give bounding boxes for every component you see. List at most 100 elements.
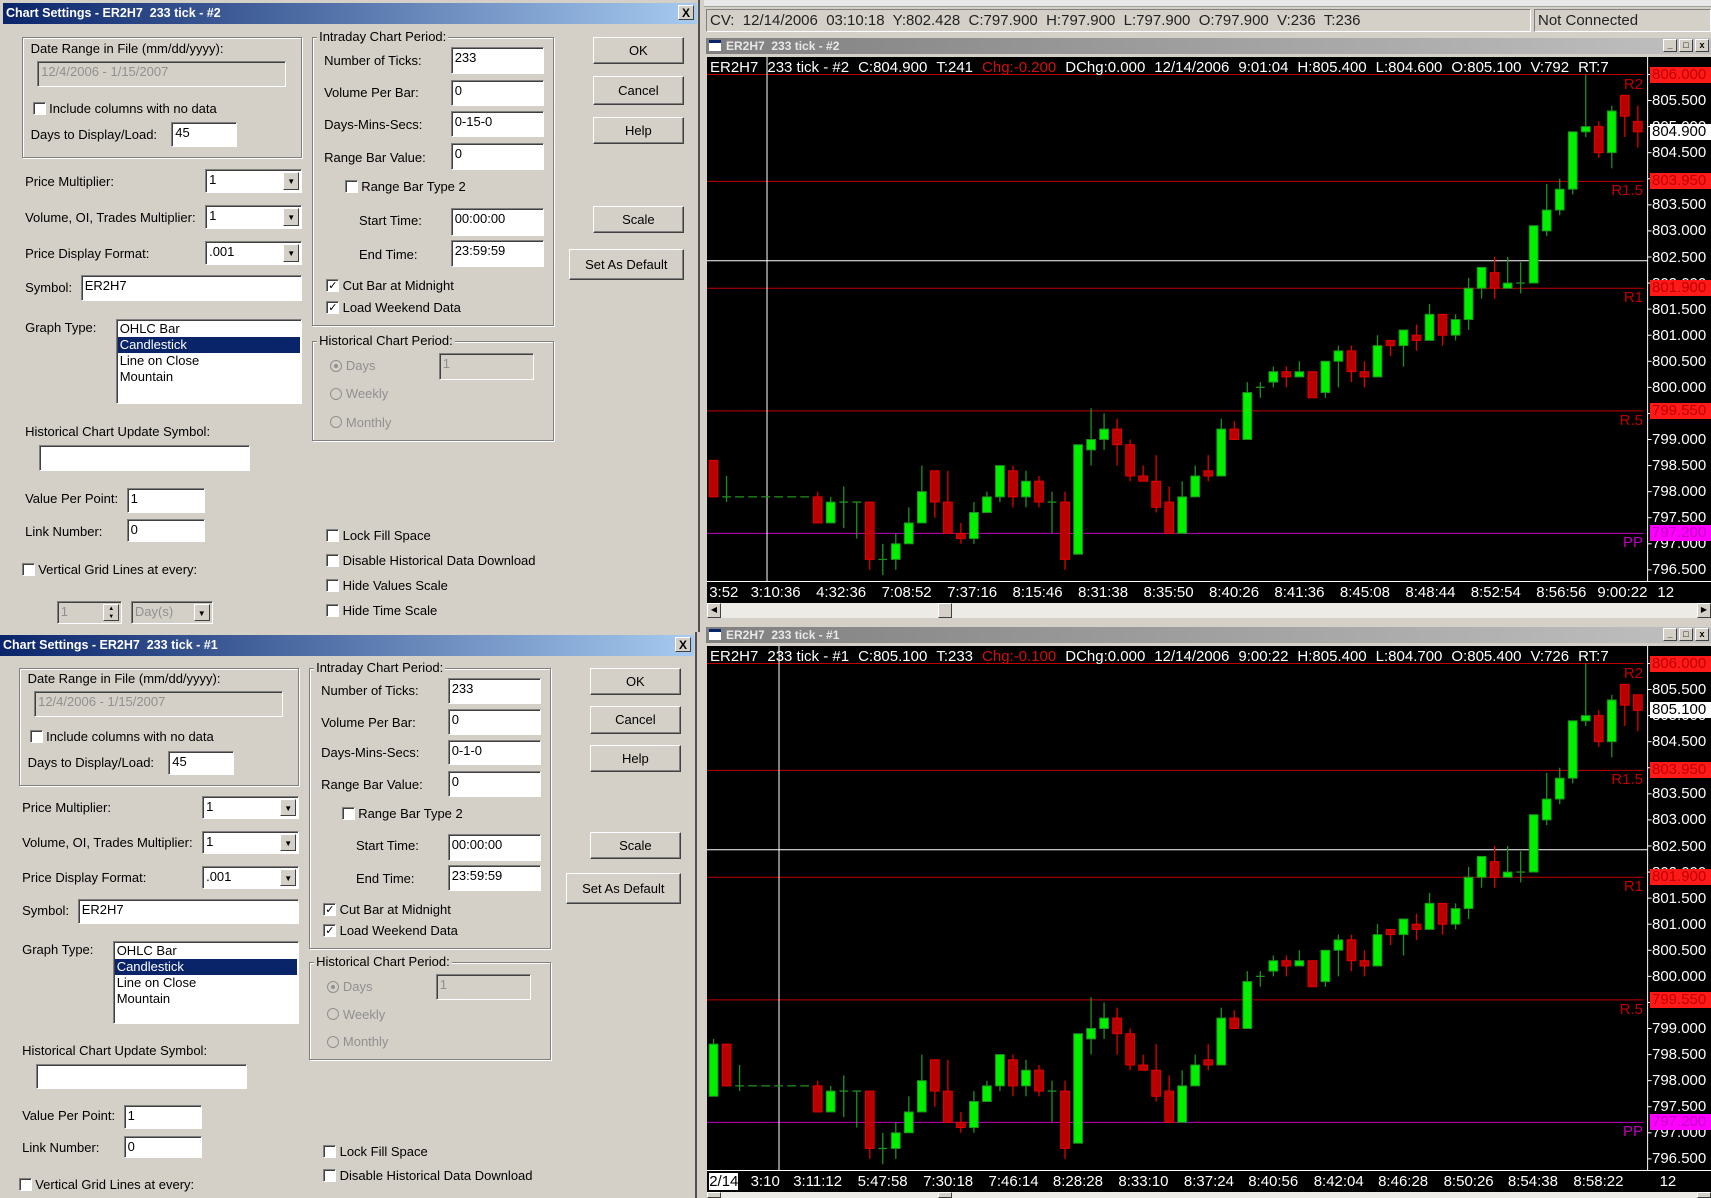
option-hide-values-scale-checkbox[interactable] [326, 578, 340, 592]
graph-type-option[interactable]: OHLC Bar [115, 943, 298, 959]
radio-weekly[interactable] [329, 387, 342, 400]
chevron-down-icon[interactable]: ▼ [283, 208, 300, 227]
load-weekend-data-checkbox[interactable]: ✓ [323, 924, 337, 937]
radio-weekly[interactable] [326, 1008, 339, 1021]
start-time-input[interactable]: 00:00:00 [447, 834, 542, 861]
cancel-button[interactable]: Cancel [589, 706, 682, 734]
graph-type-option[interactable]: Line on Close [118, 353, 301, 369]
price-format-select[interactable]: .001 ▼ [202, 865, 300, 890]
chevron-down-icon[interactable]: ▼ [283, 172, 300, 191]
volume-multiplier-select[interactable]: 1 ▼ [202, 831, 300, 855]
include-empty-columns-checkbox[interactable] [29, 730, 43, 744]
candle-body [1359, 960, 1370, 967]
radio-monthly[interactable] [329, 416, 342, 429]
close-button[interactable]: X [678, 5, 694, 20]
days-mins-secs-input[interactable]: 0-15-0 [450, 111, 545, 138]
end-time-input[interactable]: 23:59:59 [450, 240, 545, 268]
chart-plot-area[interactable]: ER2H7 233 tick - #1 C:805.100 T:233 Chg:-0.1… [707, 646, 1711, 1170]
load-weekend-data-checkbox[interactable]: ✓ [326, 301, 340, 315]
option-disable-historical-data-download-checkbox[interactable] [323, 1169, 337, 1183]
range-bar-value-input[interactable]: 0 [450, 142, 545, 171]
set-as-default-button[interactable]: Set As Default [565, 873, 682, 904]
graph-type-listbox[interactable]: OHLC Bar Candlestick Line on Close Mountain [112, 941, 300, 1024]
link-number-input[interactable]: 0 [126, 519, 206, 543]
cancel-button[interactable]: Cancel [592, 76, 685, 105]
chevron-down-icon[interactable]: ▼ [280, 799, 297, 817]
chevron-down-icon[interactable]: ▼ [283, 244, 300, 263]
value-per-point-input[interactable]: 1 [126, 487, 206, 513]
days-to-display-input[interactable]: 45 [171, 122, 237, 148]
symbol-input[interactable]: ER2H7 [80, 275, 303, 302]
cut-bar-at-midnight-checkbox[interactable]: ✓ [323, 902, 337, 916]
help-button[interactable]: Help [592, 116, 685, 145]
graph-type-option[interactable]: Mountain [115, 991, 298, 1007]
volume-multiplier-select[interactable]: 1 ▼ [205, 205, 303, 230]
graph-type-option[interactable]: Line on Close [115, 975, 298, 991]
ok-button[interactable]: OK [589, 668, 682, 695]
close-button[interactable]: X [675, 637, 691, 652]
cut-bar-at-midnight-checkbox[interactable]: ✓ [326, 279, 340, 293]
option-disable-historical-data-download-checkbox[interactable] [326, 554, 340, 567]
scroll-left-button[interactable]: ◀ [707, 603, 721, 618]
header-field: L:804.600 [1375, 59, 1443, 76]
scale-button[interactable]: Scale [589, 832, 682, 859]
range-bar-type-2-checkbox[interactable] [344, 180, 358, 194]
price-multiplier-select[interactable]: 1 ▼ [202, 796, 300, 820]
dialog-title-bar[interactable]: Chart Settings - ER2H7 233 tick - #2 X [3, 3, 697, 24]
scrollbar-thumb[interactable] [938, 1192, 952, 1198]
vertical-grid-lines-checkbox[interactable] [18, 1178, 32, 1191]
maximize-button[interactable]: □ [1679, 628, 1693, 641]
link-number-input[interactable]: 0 [123, 1135, 203, 1158]
symbol-input[interactable]: ER2H7 [77, 898, 300, 925]
ok-button[interactable]: OK [592, 37, 685, 65]
number-of-ticks-input[interactable]: 233 [450, 46, 545, 75]
minimize-button[interactable]: _ [1663, 39, 1677, 52]
graph-type-option[interactable]: Mountain [118, 369, 301, 385]
volume-per-bar-input[interactable]: 0 [447, 709, 542, 735]
vertical-grid-lines-checkbox[interactable] [21, 563, 35, 577]
include-empty-columns-checkbox[interactable] [32, 101, 46, 115]
help-button[interactable]: Help [589, 745, 682, 772]
days-to-display-input[interactable]: 45 [168, 750, 234, 775]
option-lock-fill-space-checkbox[interactable] [323, 1145, 337, 1159]
historical-update-symbol-input[interactable] [39, 445, 250, 472]
price-format-select[interactable]: .001 ▼ [205, 241, 303, 266]
horizontal-scrollbar[interactable] [707, 1192, 1711, 1198]
graph-type-option[interactable]: Candlestick [117, 336, 301, 353]
scroll-left-button[interactable] [707, 1192, 721, 1198]
chart-plot-area[interactable]: ER2H7 233 tick - #2 C:804.900 T:241 Chg:-0.2… [707, 57, 1711, 581]
start-time-input[interactable]: 00:00:00 [450, 208, 545, 236]
historical-update-symbol-input[interactable] [36, 1063, 247, 1090]
close-button[interactable]: x [1695, 628, 1709, 641]
scroll-right-button[interactable] [1697, 1192, 1711, 1198]
scale-button[interactable]: Scale [592, 206, 685, 234]
number-of-ticks-input[interactable]: 233 [447, 677, 542, 704]
chevron-down-icon[interactable]: ▼ [280, 868, 297, 887]
range-bar-value-input[interactable]: 0 [447, 770, 542, 798]
horizontal-scrollbar[interactable]: ◀ ▶ [707, 603, 1711, 618]
graph-type-listbox[interactable]: OHLC Bar Candlestick Line on Close Mountain [115, 318, 303, 404]
set-as-default-button[interactable]: Set As Default [568, 248, 685, 281]
radio-days[interactable] [329, 359, 342, 372]
chart-window-title-bar[interactable]: ER2H7 233 tick - #1 _ □ x [706, 627, 1711, 643]
graph-type-option[interactable]: OHLC Bar [118, 321, 301, 337]
minimize-button[interactable]: _ [1663, 628, 1677, 641]
option-hide-time-scale-checkbox[interactable] [326, 603, 340, 617]
maximize-button[interactable]: □ [1679, 39, 1693, 52]
value-per-point-input[interactable]: 1 [123, 1105, 203, 1130]
volume-per-bar-input[interactable]: 0 [450, 79, 545, 106]
close-button[interactable]: x [1695, 39, 1709, 52]
dialog-title-bar[interactable]: Chart Settings - ER2H7 233 tick - #1 X [0, 635, 694, 656]
option-lock-fill-space-checkbox[interactable] [326, 529, 340, 543]
days-mins-secs-input[interactable]: 0-1-0 [447, 740, 542, 766]
graph-type-option[interactable]: Candlestick [114, 959, 298, 976]
price-multiplier-select[interactable]: 1 ▼ [205, 169, 303, 194]
chevron-down-icon[interactable]: ▼ [280, 834, 297, 852]
radio-monthly[interactable] [326, 1035, 339, 1048]
scroll-right-button[interactable]: ▶ [1697, 603, 1711, 618]
chart-window-title-bar[interactable]: ER2H7 233 tick - #2 _ □ x [706, 38, 1711, 54]
radio-days[interactable] [326, 980, 339, 993]
range-bar-type-2-checkbox[interactable] [341, 806, 355, 820]
scrollbar-thumb[interactable] [938, 603, 952, 618]
end-time-input[interactable]: 23:59:59 [447, 864, 542, 892]
